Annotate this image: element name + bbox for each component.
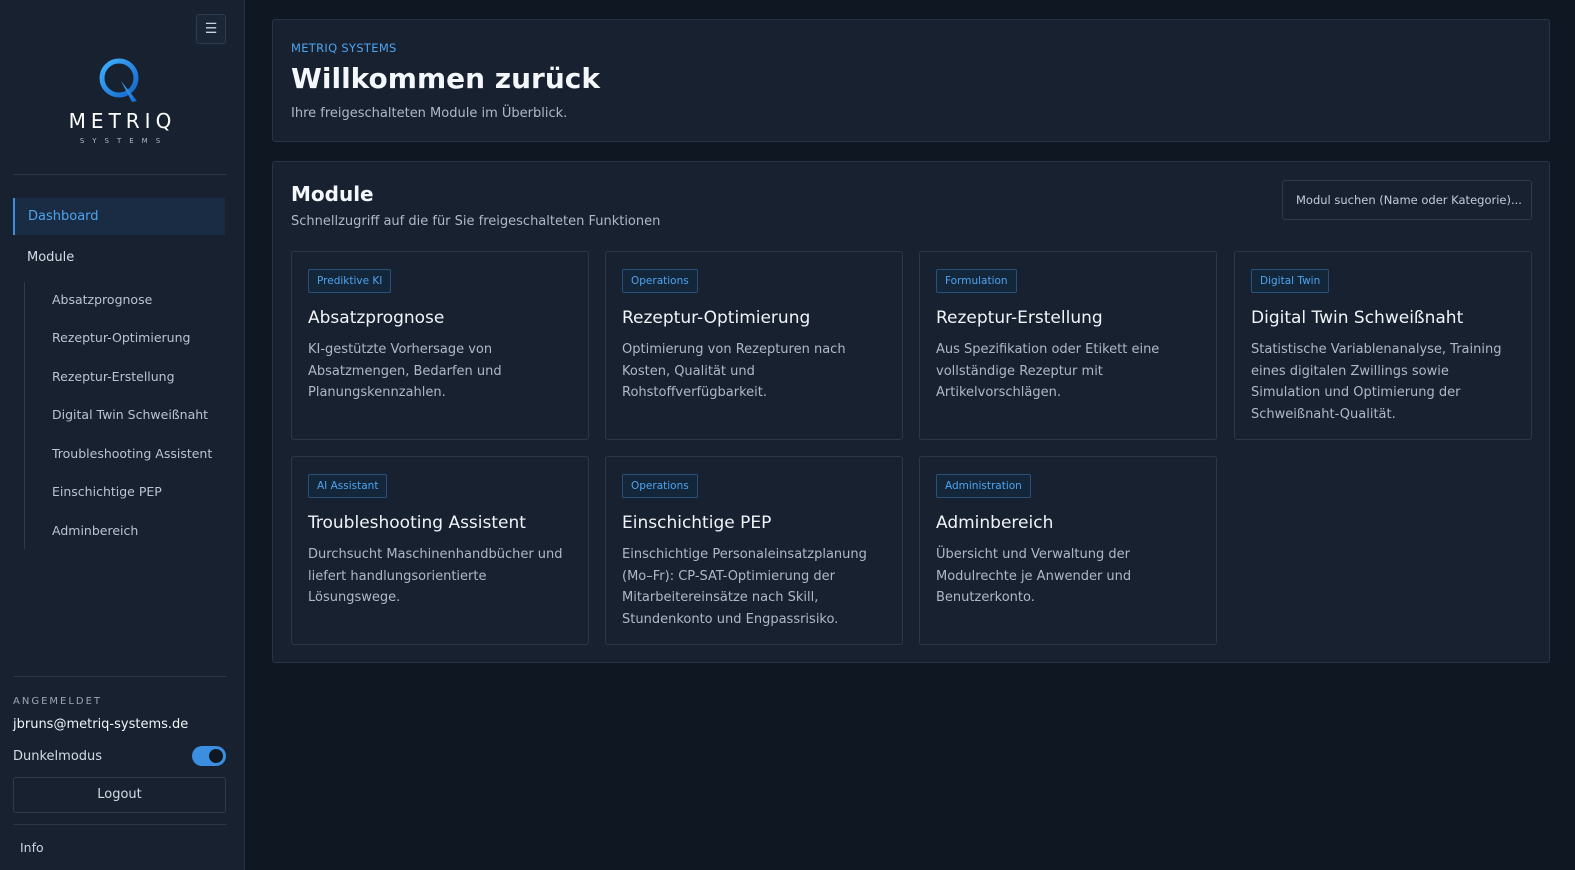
module-card-rezeptur-erstellung[interactable]: Formulation Rezeptur-Erstellung Aus Spez… [919, 251, 1217, 440]
sidebar: ☰ METRIQ SYSTEMS Dashboard Module Absatz… [0, 0, 245, 870]
category-badge: Operations [622, 269, 698, 293]
card-title: Rezeptur-Optimierung [622, 308, 811, 328]
card-description: Einschichtige Personaleinsatzplanung (Mo… [622, 547, 867, 627]
card-title: Adminbereich [936, 513, 1054, 533]
category-badge: AI Assistant [308, 474, 388, 498]
logo-q-icon [99, 58, 139, 102]
card-title: Absatzprognose [308, 308, 445, 328]
category-badge: Prediktive KI [308, 269, 392, 293]
nav-module[interactable]: Module [27, 250, 74, 265]
card-description: KI-gestützte Vorhersage von Absatzmengen… [308, 342, 502, 400]
divider [13, 174, 227, 175]
user-email: jbruns@metriq-systems.de [13, 717, 189, 732]
divider [13, 676, 227, 677]
subnav-item-rezeptur-optimierung[interactable]: Rezeptur-Optimierung [52, 330, 190, 345]
subnav-item-digital-twin[interactable]: Digital Twin Schweißnaht [52, 407, 208, 422]
welcome-panel: METRIQ SYSTEMS Willkommen zurück Ihre fr… [272, 19, 1550, 142]
card-description: Aus Spezifikation oder Etikett eine voll… [936, 342, 1160, 400]
subnav-item-absatzprognose[interactable]: Absatzprognose [52, 292, 152, 307]
category-badge: Formulation [936, 269, 1017, 293]
page-title: Willkommen zurück [291, 62, 600, 95]
card-description: Übersicht und Verwaltung der Modulrechte… [936, 547, 1132, 605]
logged-in-label: ANGEMELDET [13, 696, 103, 707]
subnav-item-pep[interactable]: Einschichtige PEP [52, 484, 162, 499]
card-title: Rezeptur-Erstellung [936, 308, 1103, 328]
module-card-absatzprognose[interactable]: Prediktive KI Absatzprognose KI-gestützt… [291, 251, 589, 440]
divider [13, 824, 227, 825]
module-card-troubleshooting[interactable]: AI Assistant Troubleshooting Assistent D… [291, 456, 589, 645]
dark-mode-toggle[interactable] [192, 746, 226, 766]
subnav-item-adminbereich[interactable]: Adminbereich [52, 523, 138, 538]
module-card-digital-twin[interactable]: Digital Twin Digital Twin Schweißnaht St… [1234, 251, 1532, 440]
dark-mode-label: Dunkelmodus [13, 749, 103, 764]
module-subnav: Absatzprognose Rezeptur-Optimierung Reze… [24, 282, 224, 549]
brand-kicker: METRIQ SYSTEMS [291, 41, 397, 55]
metriq-logo: METRIQ SYSTEMS [60, 57, 180, 145]
logout-button[interactable]: Logout [13, 777, 226, 813]
modules-title: Module [291, 182, 374, 206]
card-description: Optimierung von Rezepturen nach Kosten, … [622, 342, 846, 400]
info-link[interactable]: Info [20, 840, 44, 855]
card-description: Statistische Variablenanalyse, Training … [1251, 342, 1502, 422]
category-badge: Digital Twin [1251, 269, 1330, 293]
modules-subtitle: Schnellzugriff auf die für Sie freigesch… [291, 214, 661, 229]
category-badge: Administration [936, 474, 1031, 498]
card-description: Durchsucht Maschinenhandbücher und liefe… [308, 547, 563, 605]
subnav-item-rezeptur-erstellung[interactable]: Rezeptur-Erstellung [52, 369, 175, 384]
nav-dashboard[interactable]: Dashboard [13, 198, 225, 235]
subnav-item-troubleshooting[interactable]: Troubleshooting Assistent [52, 446, 212, 461]
card-title: Einschichtige PEP [622, 513, 772, 533]
modules-panel: Module Schnellzugriff auf die für Sie fr… [272, 161, 1550, 663]
category-badge: Operations [622, 474, 698, 498]
logo-wordmark: METRIQ [68, 109, 177, 133]
hamburger-icon[interactable]: ☰ [196, 14, 226, 44]
logo-subtitle: SYSTEMS [79, 137, 169, 145]
module-card-pep[interactable]: Operations Einschichtige PEP Einschichti… [605, 456, 903, 645]
module-search-input[interactable] [1282, 180, 1532, 220]
toggle-knob [209, 749, 223, 763]
page-subtitle: Ihre freigeschalteten Module im Überblic… [291, 106, 568, 121]
card-title: Troubleshooting Assistent [308, 513, 526, 533]
module-card-rezeptur-optimierung[interactable]: Operations Rezeptur-Optimierung Optimier… [605, 251, 903, 440]
card-title: Digital Twin Schweißnaht [1251, 308, 1464, 328]
module-card-adminbereich[interactable]: Administration Adminbereich Übersicht un… [919, 456, 1217, 645]
